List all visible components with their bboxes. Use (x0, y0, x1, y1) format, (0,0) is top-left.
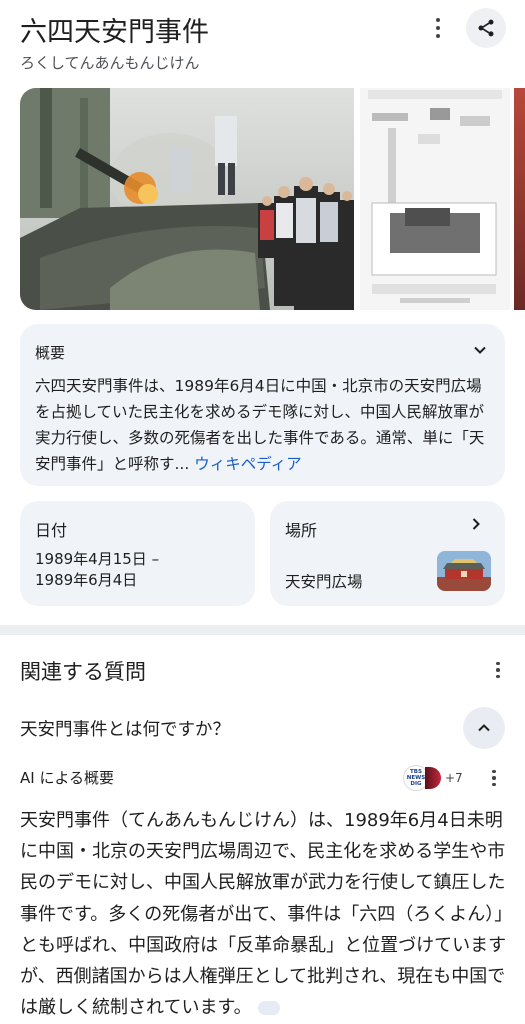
place-label: 場所 (285, 521, 318, 540)
overview-card[interactable]: 概要 六四天安門事件は、1989年6月4日に中国・北京市の天安門広場を占拠してい… (20, 324, 505, 486)
source-logo (425, 767, 441, 789)
related-question[interactable]: 天安門事件とは何ですか？ (20, 716, 230, 741)
diagram-photo[interactable] (360, 88, 510, 310)
place-value: 天安門広場 (285, 573, 363, 591)
more-sources-count: +7 (445, 771, 463, 785)
third-photo[interactable] (514, 88, 525, 310)
ai-answer: 天安門事件（てんあんもんじけん）は、1989年6月4日未明に中国・北京の天安門広… (20, 805, 510, 1023)
overview-text: 六四天安門事件は、1989年6月4日に中国・北京市の天安門広場を占拠していた民主… (35, 373, 495, 477)
more-options-icon[interactable] (430, 16, 446, 40)
share-button[interactable] (466, 8, 506, 48)
ai-overview-label: AI による概要 (20, 769, 115, 787)
link-icon[interactable] (257, 1001, 280, 1016)
image-gallery[interactable] (20, 88, 525, 310)
chevron-right-icon[interactable] (469, 517, 483, 531)
source-badges[interactable]: TBS NEWS DIG +7 (403, 765, 463, 791)
collapse-button[interactable] (463, 707, 505, 749)
knowledge-panel-header: 六四天安門事件 ろくしてんあんもんじけん (20, 6, 506, 76)
place-card[interactable]: 場所 天安門広場 (270, 501, 505, 606)
ai-more-icon[interactable] (486, 768, 502, 788)
date-value: 1989年4月15日 – 1989年6月4日 (35, 550, 160, 589)
date-label: 日付 (35, 521, 68, 540)
overview-heading: 概要 (35, 344, 66, 362)
section-divider (0, 625, 525, 635)
tank-photo[interactable] (20, 88, 354, 310)
chevron-up-icon (478, 724, 490, 732)
chevron-down-icon[interactable] (473, 343, 487, 357)
share-icon (478, 19, 494, 37)
date-card: 日付 1989年4月15日 – 1989年6月4日 (20, 501, 255, 606)
related-questions-heading: 関連する質問 (20, 660, 146, 684)
entity-title: 六四天安門事件 (20, 17, 209, 48)
wikipedia-link[interactable]: ウィキペディア (194, 455, 301, 473)
entity-reading: ろくしてんあんもんじけん (20, 54, 200, 72)
section-more-icon[interactable] (490, 660, 506, 680)
place-thumbnail[interactable] (437, 551, 491, 591)
ai-answer-text: 天安門事件（てんあんもんじけん）は、1989年6月4日未明に中国・北京の天安門広… (20, 810, 507, 1019)
